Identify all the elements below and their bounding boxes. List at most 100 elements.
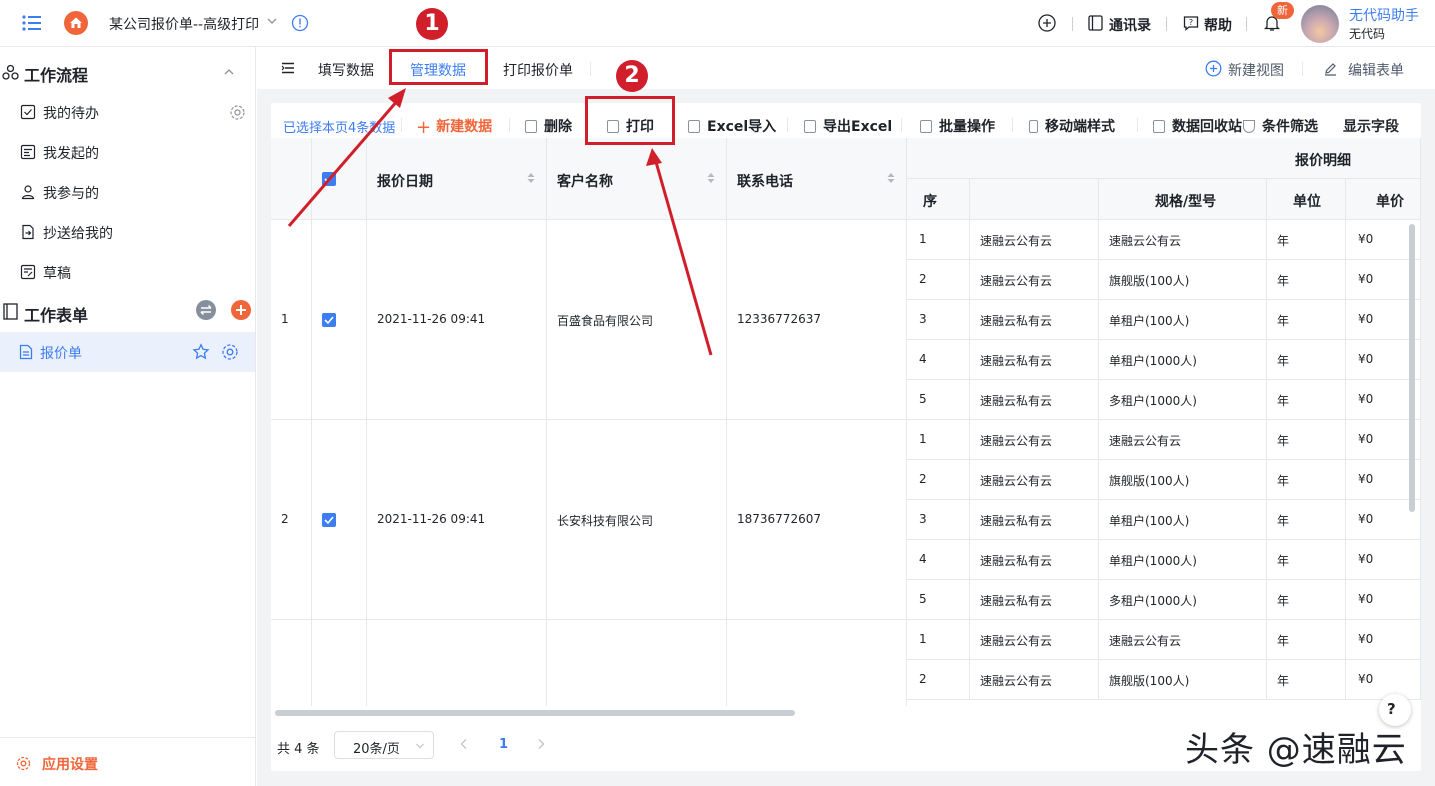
add-form-icon[interactable]	[231, 300, 251, 320]
detail-seq-value: 4	[919, 552, 927, 566]
excel-import-button[interactable]: Excel导入	[688, 116, 776, 136]
detail-unit-value: 年	[1277, 674, 1290, 688]
sort-icon[interactable]	[527, 172, 535, 184]
row-checkbox[interactable]	[322, 513, 336, 527]
divider	[509, 118, 510, 132]
sidebar-item-drafts[interactable]: 草稿	[0, 252, 255, 292]
recycle-bin-button[interactable]: 数据回收站	[1153, 116, 1242, 136]
row-select[interactable]	[312, 420, 367, 620]
cell-phone[interactable]: 18736772607	[727, 420, 907, 620]
chevron-up-icon[interactable]	[223, 66, 235, 78]
cell-customer[interactable]	[547, 620, 727, 706]
cell-date[interactable]: 2021-11-26 09:41	[367, 220, 547, 420]
header-customer[interactable]: 客户名称	[547, 138, 727, 220]
horizontal-scrollbar[interactable]	[271, 706, 1421, 720]
contacts-link[interactable]: 通讯录	[1109, 15, 1151, 35]
detail-cell-spec: 单租户(1000人)	[1099, 540, 1267, 580]
header-date[interactable]: 报价日期	[367, 138, 547, 220]
gear-icon[interactable]	[221, 343, 239, 361]
delete-button[interactable]: 删除	[525, 116, 572, 136]
menu-icon[interactable]	[22, 14, 42, 32]
detail-seq-value: 2	[919, 672, 927, 686]
sidebar-item-label: 抄送给我的	[43, 226, 113, 242]
forms-section[interactable]: 工作表单	[0, 300, 255, 325]
detail-cell-product: 速融云公有云	[970, 420, 1099, 460]
detail-cell-spec: 速融云公有云	[1099, 620, 1267, 660]
sidebar-item-initiated[interactable]: 我发起的	[0, 132, 255, 172]
user-name[interactable]: 无代码助手	[1349, 5, 1419, 25]
workflow-section[interactable]: 工作流程	[0, 60, 255, 85]
detail-cell-spec: 单租户(100人)	[1099, 500, 1267, 540]
detail-spec-value: 多租户(1000人)	[1109, 594, 1197, 608]
sidebar-item-cc[interactable]: 抄送给我的	[0, 212, 255, 252]
cell-phone[interactable]: 12336772637	[727, 220, 907, 420]
scrollbar-thumb[interactable]	[1409, 224, 1415, 512]
sidebar-item-quote-form[interactable]: 报价单	[0, 332, 255, 372]
info-icon[interactable]	[291, 14, 309, 32]
show-fields-button[interactable]: 显示字段	[1343, 116, 1399, 136]
vertical-scrollbar[interactable]	[1407, 222, 1417, 706]
tab-print-quote[interactable]: 打印报价单	[503, 60, 573, 80]
mobile-style-button[interactable]: 移动端样式	[1029, 116, 1115, 136]
sort-icon[interactable]	[707, 172, 715, 184]
cell-date[interactable]	[367, 620, 547, 706]
detail-price-value: ¥0	[1358, 392, 1374, 406]
export-excel-button[interactable]: 导出Excel	[804, 116, 892, 136]
current-page[interactable]: 1	[499, 737, 508, 752]
detail-unit-value: 年	[1277, 234, 1290, 248]
row-select[interactable]	[312, 220, 367, 420]
detail-unit-value: 年	[1277, 474, 1290, 488]
new-data-button[interactable]: + 新建数据	[416, 116, 492, 138]
collapse-icon[interactable]	[281, 62, 295, 74]
app-settings[interactable]: 应用设置	[0, 737, 255, 786]
filter-button[interactable]: 条件筛选	[1243, 116, 1318, 136]
detail-cell-spec: 旗舰版(100人)	[1099, 260, 1267, 300]
sidebar-item-todo[interactable]: 我的待办	[0, 92, 255, 132]
detail-unit-value: 年	[1277, 514, 1290, 528]
app-title[interactable]: 某公司报价单--高级打印	[109, 14, 259, 34]
page-size-select[interactable]: 20条/页	[334, 731, 434, 759]
row-select[interactable]	[312, 620, 367, 706]
chevron-down-icon[interactable]	[266, 15, 278, 27]
detail-cell-spec: 旗舰版(100人)	[1099, 660, 1267, 700]
select-all-checkbox[interactable]	[322, 172, 336, 186]
tab-fill-data[interactable]: 填写数据	[318, 60, 374, 80]
header-unit-label: 单位	[1293, 194, 1321, 210]
header-customer-label: 客户名称	[557, 174, 613, 190]
switch-icon[interactable]	[196, 300, 216, 320]
new-view-button[interactable]: 新建视图	[1228, 60, 1284, 80]
header-select-all[interactable]	[312, 138, 367, 220]
detail-spec-value: 速融云公有云	[1109, 434, 1182, 448]
batch-operation-button[interactable]: 批量操作	[920, 116, 995, 136]
filter-label: 条件筛选	[1262, 119, 1318, 135]
cell-customer[interactable]: 长安科技有限公司	[547, 420, 727, 620]
detail-price-value: ¥0	[1358, 512, 1374, 526]
scrollbar-thumb[interactable]	[275, 710, 795, 716]
prev-page-icon[interactable]	[459, 738, 469, 750]
detail-price-value: ¥0	[1358, 312, 1374, 326]
detail-seq-value: 2	[919, 472, 927, 486]
avatar[interactable]	[1301, 5, 1339, 43]
row-checkbox[interactable]	[322, 313, 336, 327]
add-circle-icon[interactable]	[1037, 13, 1057, 33]
header-seq: 序	[907, 179, 970, 220]
annotation-step-1: 1	[416, 8, 448, 40]
cell-phone[interactable]	[727, 620, 907, 706]
star-icon[interactable]	[192, 343, 210, 361]
header-phone[interactable]: 联系电话	[727, 138, 907, 220]
mobile-style-label: 移动端样式	[1045, 119, 1115, 135]
cell-customer[interactable]: 百盛食品有限公司	[547, 220, 727, 420]
detail-unit-value: 年	[1277, 354, 1290, 368]
sort-icon[interactable]	[887, 172, 895, 184]
gear-icon[interactable]	[229, 104, 246, 121]
add-view-icon	[1205, 60, 1222, 77]
edit-form-button[interactable]: 编辑表单	[1348, 60, 1404, 80]
sidebar-item-participated[interactable]: 我参与的	[0, 172, 255, 212]
cell-date[interactable]: 2021-11-26 09:41	[367, 420, 547, 620]
home-icon[interactable]	[64, 11, 88, 35]
next-page-icon[interactable]	[536, 738, 546, 750]
detail-cell-seq: 1	[907, 220, 970, 260]
cell-date-value: 2021-11-26 09:41	[377, 512, 486, 526]
help-link[interactable]: 帮助	[1204, 15, 1232, 35]
detail-price-value: ¥0	[1358, 672, 1374, 686]
